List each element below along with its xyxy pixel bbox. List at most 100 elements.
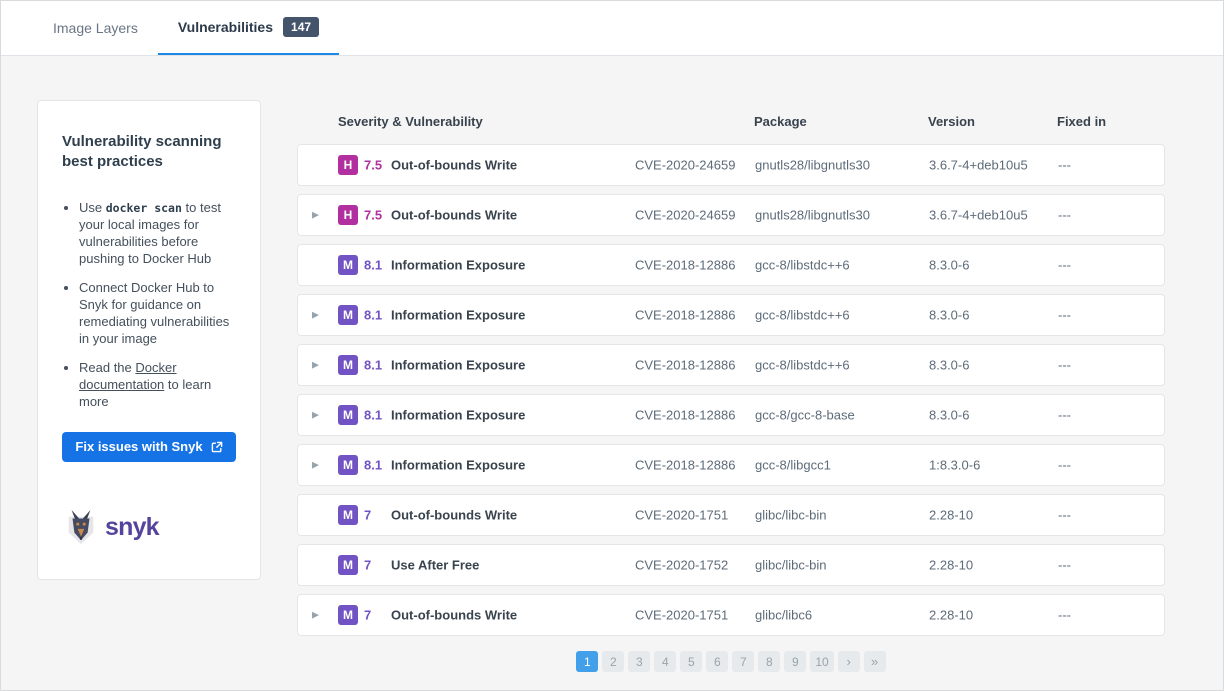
vulnerability-name: Information Exposure (391, 258, 525, 273)
package-version: 3.6.7-4+deb10u5 (929, 208, 1028, 223)
package-version: 2.28-10 (929, 508, 973, 523)
table-body: H 7.5 Out-of-bounds Write CVE-2020-24659… (297, 144, 1165, 636)
fixed-in-value: --- (1058, 208, 1071, 223)
package-name: glibc/libc-bin (755, 558, 827, 573)
table-header: Severity & Vulnerability Package Version… (297, 111, 1165, 133)
table-row[interactable]: M 7 Use After Free CVE-2020-1752 glibc/l… (297, 544, 1165, 586)
severity-badge: M (338, 255, 358, 275)
cve-id: CVE-2018-12886 (635, 308, 735, 323)
next-page-button[interactable]: › (838, 651, 860, 672)
vulnerability-name: Out-of-bounds Write (391, 208, 517, 223)
package-version: 8.3.0-6 (929, 308, 969, 323)
table-row[interactable]: M 8.1 Information Exposure CVE-2018-1288… (297, 444, 1165, 486)
package-version: 2.28-10 (929, 608, 973, 623)
cvss-score: 8.1 (364, 358, 382, 373)
expand-arrow-icon[interactable] (312, 610, 319, 621)
expand-arrow-icon[interactable] (312, 410, 319, 421)
page-button-9[interactable]: 9 (784, 651, 806, 672)
package-name: gcc-8/libgcc1 (755, 458, 831, 473)
vulnerability-name: Information Exposure (391, 408, 525, 423)
bullet-text: Use (79, 200, 106, 215)
package-name: gnutls28/libgnutls30 (755, 208, 870, 223)
page-button-2[interactable]: 2 (602, 651, 624, 672)
card-title: Vulnerability scanning best practices (62, 132, 234, 173)
table-row[interactable]: M 8.1 Information Exposure CVE-2018-1288… (297, 294, 1165, 336)
tab-image-layers[interactable]: Image Layers (33, 1, 158, 55)
bullet-text: Read the (79, 360, 135, 375)
fixed-in-value: --- (1058, 408, 1071, 423)
package-version: 2.28-10 (929, 558, 973, 573)
package-version: 3.6.7-4+deb10u5 (929, 158, 1028, 173)
cvss-score: 7.5 (364, 208, 382, 223)
pagination: 12345678910›» (297, 651, 1165, 672)
tab-vulnerabilities-label: Vulnerabilities (178, 19, 273, 35)
expand-arrow-icon[interactable] (312, 360, 319, 371)
cvss-score: 8.1 (364, 258, 382, 273)
snyk-dog-icon (64, 508, 98, 546)
fix-issues-with-snyk-button[interactable]: Fix issues with Snyk (62, 432, 236, 462)
vulnerability-scan-page: Image Layers Vulnerabilities 147 Vulnera… (0, 0, 1224, 691)
tab-bar: Image Layers Vulnerabilities 147 (1, 1, 1223, 56)
table-row[interactable]: H 7.5 Out-of-bounds Write CVE-2020-24659… (297, 144, 1165, 186)
fixed-in-value: --- (1058, 258, 1071, 273)
cvss-score: 8.1 (364, 458, 382, 473)
last-page-button[interactable]: » (864, 651, 886, 672)
page-button-7[interactable]: 7 (732, 651, 754, 672)
external-link-icon (211, 441, 223, 453)
package-version: 8.3.0-6 (929, 358, 969, 373)
page-button-3[interactable]: 3 (628, 651, 650, 672)
fixed-in-value: --- (1058, 558, 1071, 573)
docker-scan-code: docker scan (106, 201, 182, 215)
fixed-in-value: --- (1058, 458, 1071, 473)
tab-vulnerabilities[interactable]: Vulnerabilities 147 (158, 1, 339, 55)
table-row[interactable]: M 8.1 Information Exposure CVE-2018-1288… (297, 244, 1165, 286)
expand-arrow-icon[interactable] (312, 460, 319, 471)
severity-badge: M (338, 605, 358, 625)
vulnerability-name: Out-of-bounds Write (391, 508, 517, 523)
cvss-score: 7 (364, 608, 371, 623)
table-row[interactable]: M 8.1 Information Exposure CVE-2018-1288… (297, 394, 1165, 436)
fixed-in-value: --- (1058, 608, 1071, 623)
vulnerability-name: Out-of-bounds Write (391, 158, 517, 173)
list-item: Use docker scan to test your local image… (79, 199, 236, 268)
table-row[interactable]: H 7.5 Out-of-bounds Write CVE-2020-24659… (297, 194, 1165, 236)
package-version: 1:8.3.0-6 (929, 458, 980, 473)
severity-badge: M (338, 555, 358, 575)
cve-id: CVE-2018-12886 (635, 408, 735, 423)
severity-badge: M (338, 455, 358, 475)
expand-arrow-icon[interactable] (312, 210, 319, 221)
page-button-5[interactable]: 5 (680, 651, 702, 672)
page-button-10[interactable]: 10 (810, 651, 833, 672)
severity-badge: M (338, 505, 358, 525)
vulnerability-name: Information Exposure (391, 358, 525, 373)
cvss-score: 8.1 (364, 408, 382, 423)
cvss-score: 7 (364, 508, 371, 523)
expand-arrow-icon[interactable] (312, 310, 319, 321)
cvss-score: 8.1 (364, 308, 382, 323)
best-practices-card: Vulnerability scanning best practices Us… (37, 100, 261, 580)
page-button-6[interactable]: 6 (706, 651, 728, 672)
cve-id: CVE-2018-12886 (635, 358, 735, 373)
vulnerability-count-badge: 147 (283, 17, 319, 37)
cve-id: CVE-2020-1751 (635, 508, 728, 523)
cvss-score: 7 (364, 558, 371, 573)
vulnerability-name: Use After Free (391, 558, 479, 573)
table-row[interactable]: M 7 Out-of-bounds Write CVE-2020-1751 gl… (297, 494, 1165, 536)
package-name: glibc/libc6 (755, 608, 812, 623)
page-button-8[interactable]: 8 (758, 651, 780, 672)
page-button-4[interactable]: 4 (654, 651, 676, 672)
column-fixed-in: Fixed in (1057, 111, 1106, 133)
table-row[interactable]: M 7 Out-of-bounds Write CVE-2020-1751 gl… (297, 594, 1165, 636)
package-name: glibc/libc-bin (755, 508, 827, 523)
package-name: gcc-8/libstdc++6 (755, 258, 850, 273)
fixed-in-value: --- (1058, 508, 1071, 523)
best-practices-list: Use docker scan to test your local image… (62, 199, 236, 411)
page-button-1[interactable]: 1 (576, 651, 598, 672)
package-name: gnutls28/libgnutls30 (755, 158, 870, 173)
table-row[interactable]: M 8.1 Information Exposure CVE-2018-1288… (297, 344, 1165, 386)
main-content: Vulnerability scanning best practices Us… (1, 57, 1223, 690)
package-name: gcc-8/libstdc++6 (755, 358, 850, 373)
vulnerability-name: Information Exposure (391, 458, 525, 473)
column-severity-vulnerability: Severity & Vulnerability (338, 111, 483, 133)
cta-label: Fix issues with Snyk (75, 439, 202, 454)
